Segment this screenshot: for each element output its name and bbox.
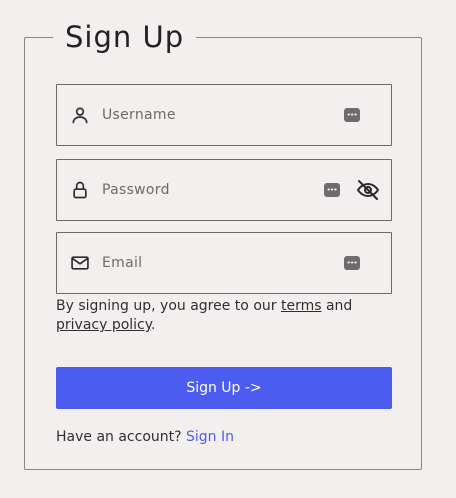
autofill-icon[interactable]	[324, 183, 340, 197]
footer-prompt: Have an account?	[56, 429, 187, 445]
sign-up-page: Sign Up Username Email By signing up, yo…	[0, 0, 456, 498]
form-title: Sign Up	[53, 17, 197, 57]
email-field[interactable]	[56, 232, 392, 294]
sign-up-button[interactable]: Sign Up ->	[56, 367, 392, 409]
email-input[interactable]	[102, 233, 322, 293]
autofill-icon[interactable]	[344, 256, 360, 270]
privacy-policy-link[interactable]: privacy policy	[56, 317, 151, 333]
autofill-icon[interactable]	[344, 108, 360, 122]
password-field[interactable]	[56, 159, 392, 221]
eye-off-icon[interactable]	[356, 178, 380, 202]
terms-suffix: .	[151, 317, 156, 333]
username-field[interactable]	[56, 84, 392, 146]
lock-icon	[69, 179, 91, 201]
password-input[interactable]	[102, 160, 322, 220]
sign-in-prompt: Have an account? Sign In	[56, 429, 234, 445]
terms-notice: By signing up, you agree to our terms an…	[56, 297, 396, 335]
terms-middle: and	[321, 298, 353, 314]
sign-in-link[interactable]: Sign In	[186, 429, 234, 445]
mail-icon	[69, 252, 91, 274]
terms-prefix: By signing up, you agree to our	[56, 298, 281, 314]
username-input[interactable]	[102, 85, 322, 145]
user-icon	[69, 104, 91, 126]
terms-link[interactable]: terms	[281, 298, 322, 314]
